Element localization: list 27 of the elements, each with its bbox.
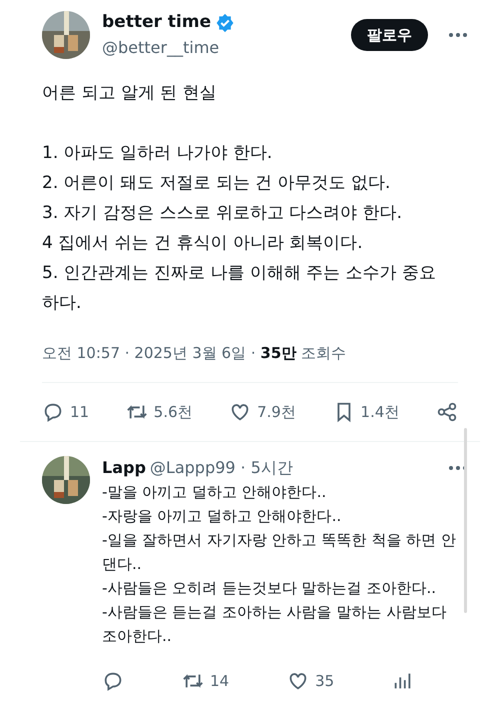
reply-author-name: Lapp [102, 457, 146, 479]
repost-count: 5.6천 [154, 402, 193, 423]
follow-button[interactable]: 팔로우 [351, 18, 428, 51]
like-count: 7.9천 [257, 402, 296, 423]
more-icon[interactable] [448, 32, 468, 38]
like-count: 35 [315, 671, 334, 692]
tweet-line: 5. 인간관계는 진짜로 나를 이해해 주는 소수가 중요하다. [42, 262, 438, 314]
tweet-title: 어른 되고 알게 된 현실 [42, 82, 218, 104]
share-icon[interactable] [436, 401, 458, 423]
reply-line: -사람들은 오히려 듣는것보다 말하는걸 조아한다.. [102, 578, 438, 599]
reply-line: -사람들은 듣는걸 조아하는 사람을 말하는 사람보다 조아한다.. [102, 602, 448, 647]
tweet-line: 4 집에서 쉬는 건 휴식이 아니라 회복이다. [42, 232, 364, 254]
reply-icon[interactable] [42, 401, 64, 423]
author-name: better time [102, 11, 211, 34]
tweet-meta: 오전 10:57 · 2025년 3월 6일 · 35만 조회수 [42, 342, 348, 364]
reply-handle-time: @Lappp99 · 5시간 [150, 457, 293, 479]
bookmark-count: 1.4천 [360, 402, 400, 423]
reply-icon[interactable] [102, 670, 124, 692]
reply-line: -일을 잘하면서 자기자랑 안하고 똑똑한 척을 하면 안 댄다.. [102, 530, 457, 575]
tweet-line: 2. 어른이 돼도 저절로 되는 건 아무것도 없다. [42, 172, 392, 194]
reply-line: -자랑을 아끼고 덜하고 안해야한다.. [102, 506, 342, 527]
tweet-line: 3. 자기 감정은 스스로 위로하고 다스려야 한다. [42, 202, 404, 224]
reply-count: 11 [70, 402, 90, 423]
author-handle: @better__time [102, 36, 220, 59]
reply-line: -말을 아끼고 덜하고 안해야한다.. [102, 482, 328, 503]
repost-count: 14 [210, 671, 230, 692]
tweet-line: 1. 아파도 일하러 나가야 한다. [42, 142, 274, 164]
